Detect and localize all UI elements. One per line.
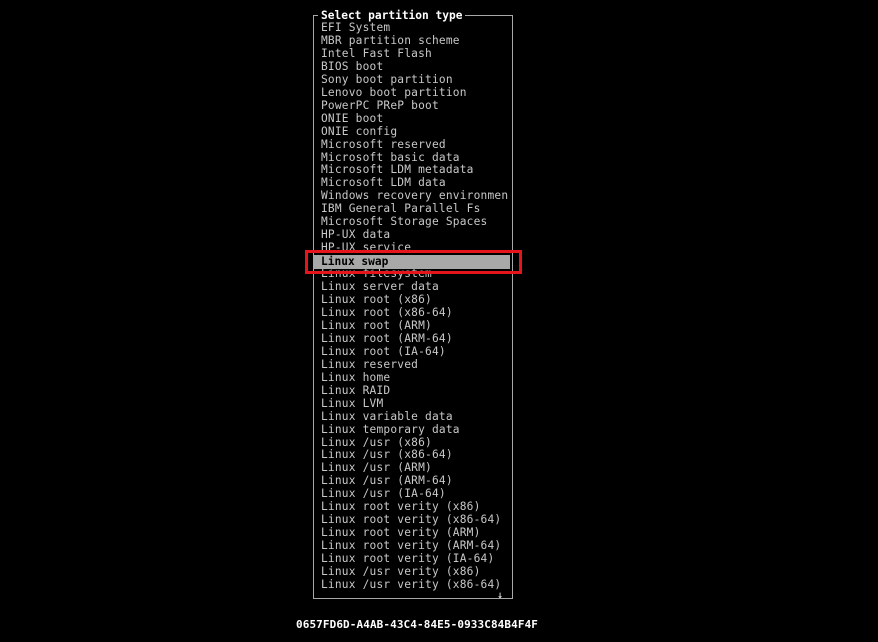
list-item[interactable]: Microsoft reserved xyxy=(321,138,509,152)
list-item[interactable]: Linux temporary data xyxy=(321,423,509,437)
list-item[interactable]: Lenovo boot partition xyxy=(321,86,509,100)
list-item[interactable]: HP-UX service xyxy=(321,241,509,255)
list-item[interactable]: BIOS boot xyxy=(321,60,509,74)
list-item[interactable]: Linux root (IA-64) xyxy=(321,345,509,359)
list-item[interactable]: ONIE config xyxy=(321,125,509,139)
list-item[interactable]: Linux RAID xyxy=(321,384,509,398)
scroll-down-arrow-icon[interactable]: ↓ xyxy=(494,591,506,601)
list-item[interactable]: Sony boot partition xyxy=(321,73,509,87)
partition-type-list[interactable]: EFI System MBR partition scheme Intel Fast… xyxy=(321,22,509,592)
list-item[interactable]: PowerPC PReP boot xyxy=(321,99,509,113)
list-item[interactable]: Linux reserved xyxy=(321,358,509,372)
list-item[interactable]: Linux home xyxy=(321,371,509,385)
dialog-title: Select partition type xyxy=(318,9,466,22)
list-item[interactable]: Intel Fast Flash xyxy=(321,47,509,61)
list-item[interactable]: Linux /usr verity (x86-64) xyxy=(321,578,509,592)
list-item[interactable]: Linux root (ARM-64) xyxy=(321,332,509,346)
partition-type-guid: 0657FD6D-A4AB-43C4-84E5-0933C84B4F4F xyxy=(296,618,539,631)
selected-item-linux-swap[interactable]: Linux swap xyxy=(314,255,510,269)
list-item[interactable]: MBR partition scheme xyxy=(321,34,509,48)
list-item[interactable]: EFI System xyxy=(321,22,509,35)
list-item[interactable]: Linux LVM xyxy=(321,397,509,411)
list-item[interactable]: Linux root (ARM) xyxy=(321,319,509,333)
list-item[interactable]: ONIE boot xyxy=(321,112,509,126)
list-item[interactable]: Linux root (x86-64) xyxy=(321,306,509,320)
list-item[interactable]: Linux variable data xyxy=(321,410,509,424)
